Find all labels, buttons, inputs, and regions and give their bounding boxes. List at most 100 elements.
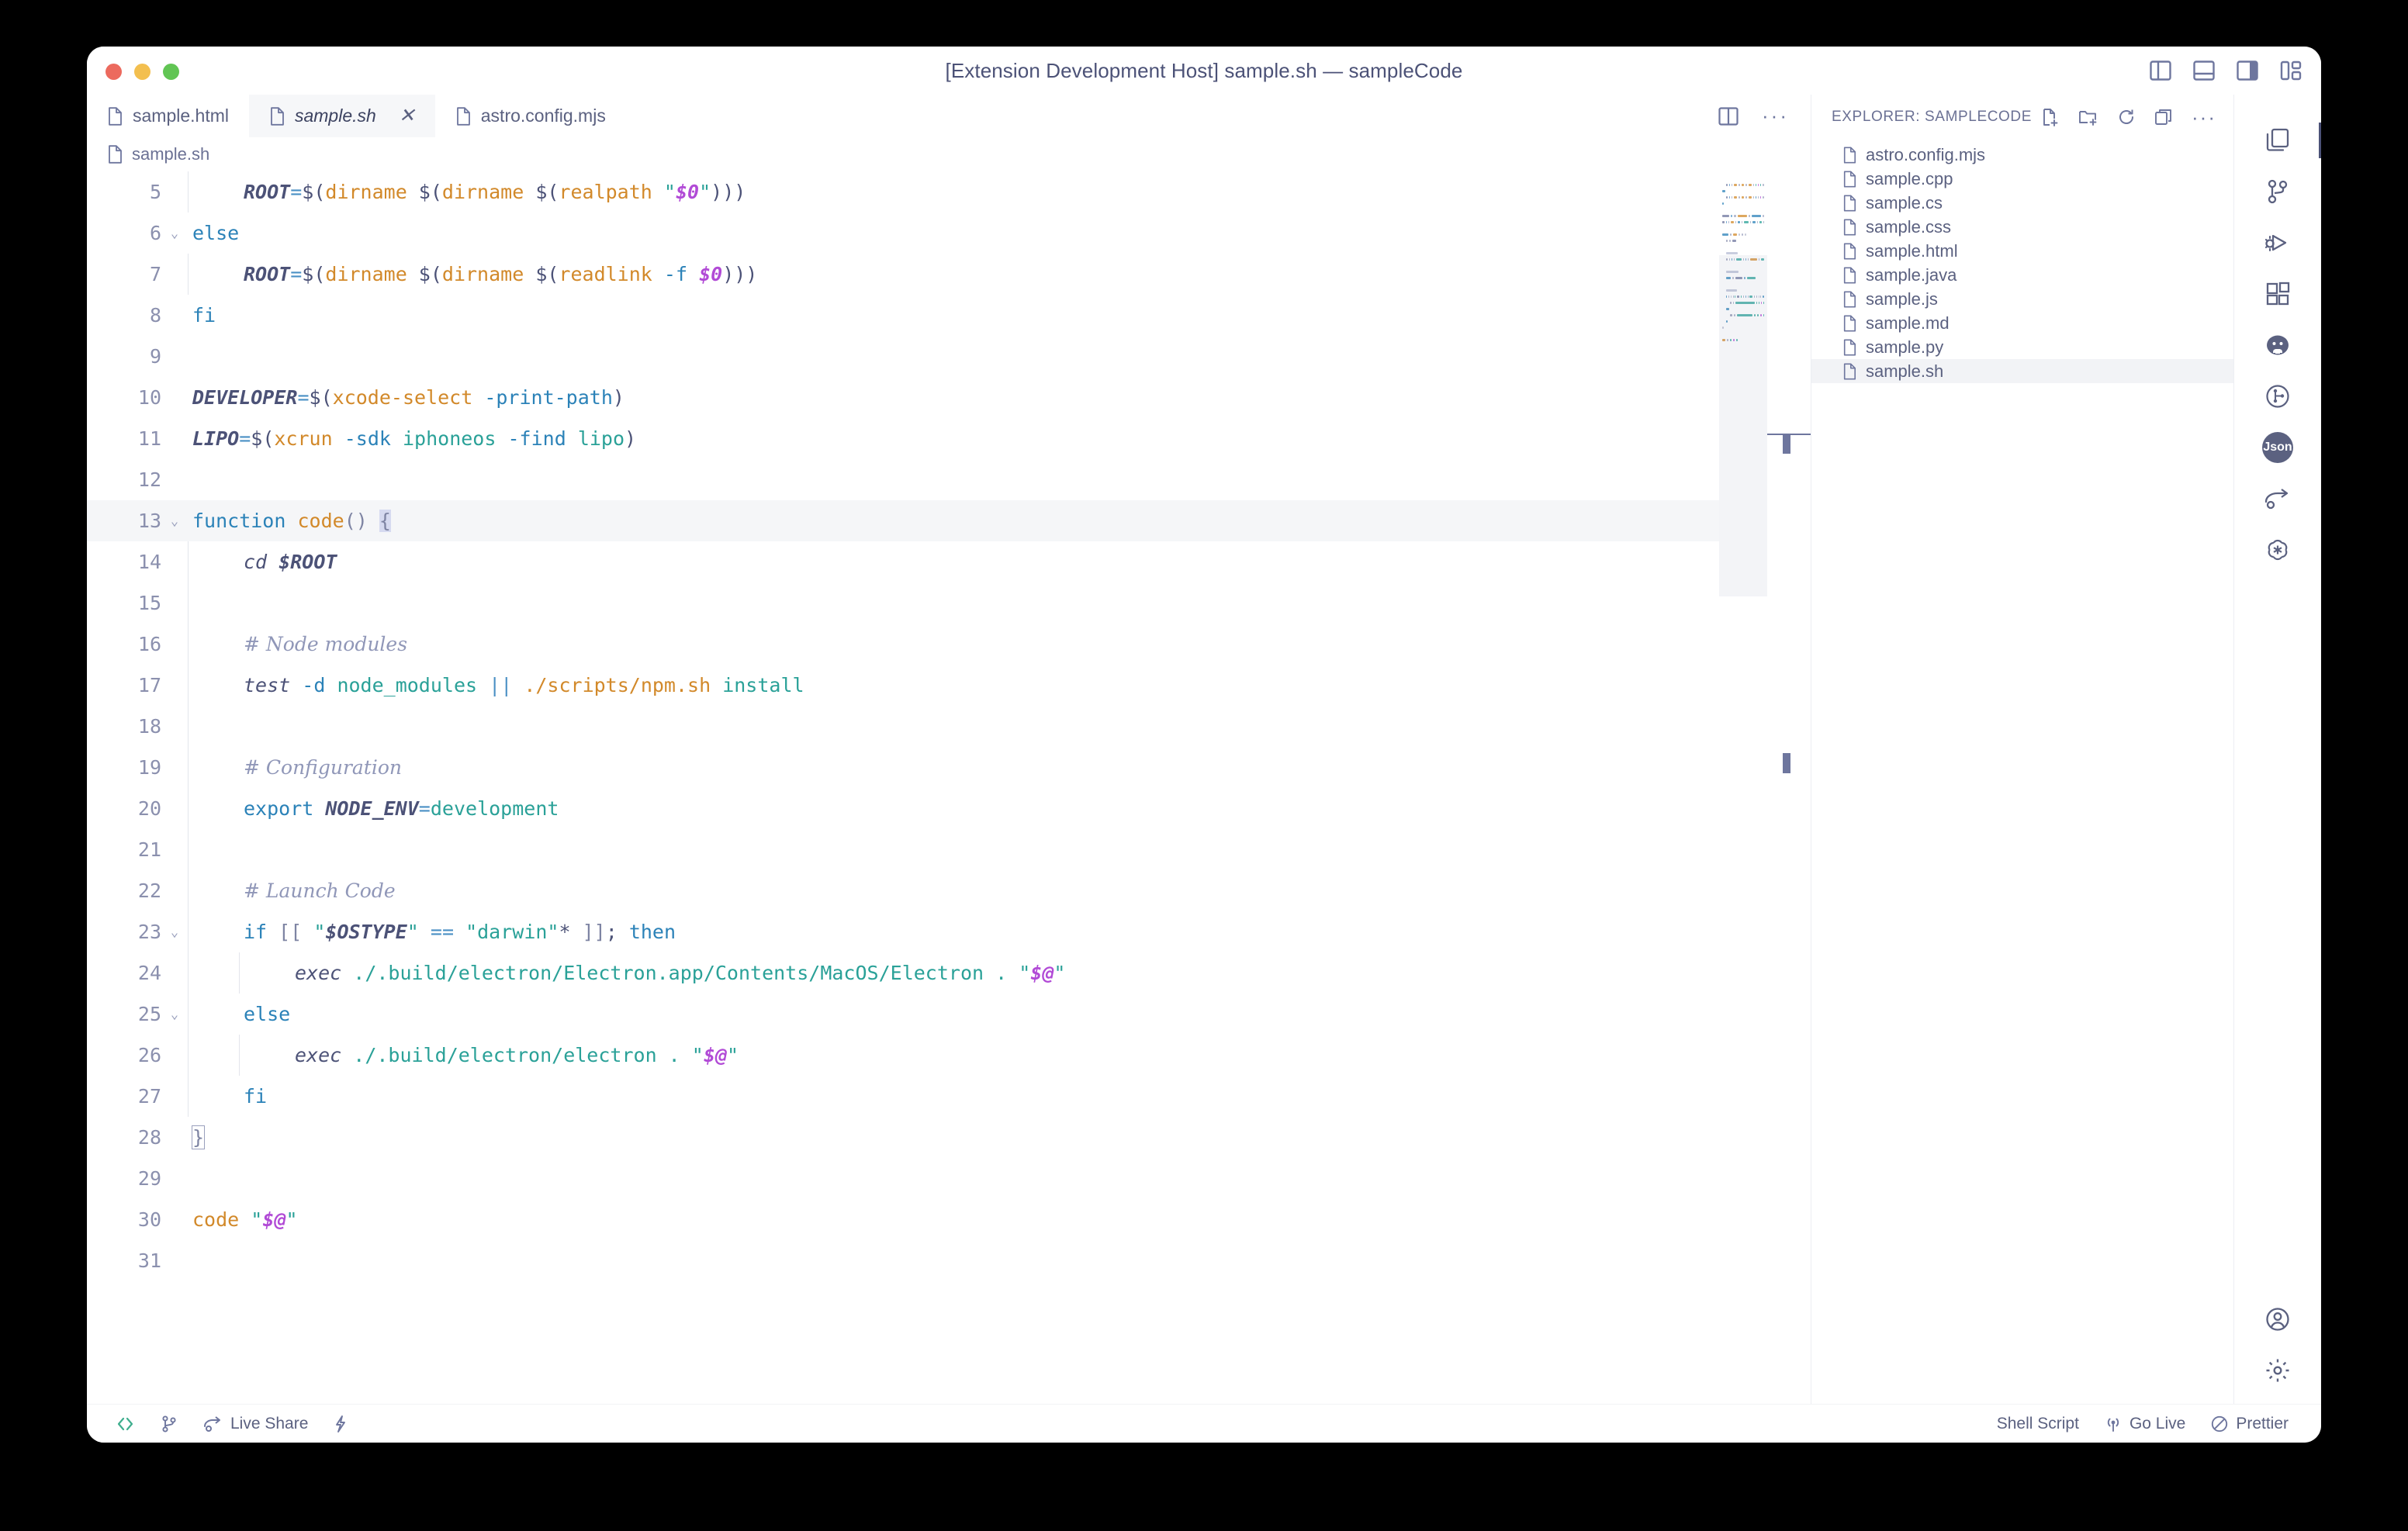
activity-item-json-tools[interactable]: Json (2234, 422, 2321, 473)
code-line[interactable]: 14cd $ROOT (87, 541, 1811, 582)
code-token (267, 551, 279, 573)
file-tree[interactable]: astro.config.mjssample.cppsample.cssampl… (1811, 140, 2233, 1404)
window-title: [Extension Development Host] sample.sh —… (87, 47, 2321, 95)
activity-item-github[interactable] (2234, 320, 2321, 371)
code-line[interactable]: 24exec ./.build/electron/Electron.app/Co… (87, 952, 1811, 994)
file-tree-item[interactable]: astro.config.mjs (1811, 143, 2233, 167)
close-tab-icon[interactable]: ✕ (399, 106, 415, 126)
code-token: ROOT (244, 263, 290, 285)
status-remote-host[interactable] (104, 1415, 147, 1433)
status-prettier[interactable]: Prettier (2198, 1415, 2301, 1433)
collapse-folders-icon[interactable] (2154, 108, 2173, 126)
code-text: else (188, 222, 239, 244)
toggle-panel-icon[interactable] (2192, 59, 2216, 82)
code-line[interactable]: 5ROOT=$(dirname $(dirname $(realpath "$0… (87, 171, 1811, 213)
file-tree-item[interactable]: sample.css (1811, 215, 2233, 239)
views-and-more-actions-icon[interactable]: ··· (2192, 113, 2216, 121)
code-line[interactable]: 30code "$@" (87, 1199, 1811, 1240)
file-tree-item[interactable]: sample.md (1811, 311, 2233, 335)
toggle-secondary-sidebar-icon[interactable] (2236, 59, 2259, 82)
code-token: development (431, 797, 559, 820)
code-line[interactable]: 20export NODE_ENV=development (87, 788, 1811, 829)
new-file-icon[interactable] (2041, 108, 2060, 126)
editor-lines[interactable]: 5ROOT=$(dirname $(dirname $(realpath "$0… (87, 171, 1811, 1404)
code-line[interactable]: 21 (87, 829, 1811, 870)
code-line[interactable]: 18 (87, 706, 1811, 747)
activity-item-manage-settings[interactable] (2234, 1345, 2321, 1396)
code-line[interactable]: 27fi (87, 1076, 1811, 1117)
code-line[interactable]: 16# Node modules (87, 624, 1811, 665)
code-text: code "$@" (188, 1208, 298, 1231)
line-number: 29 (87, 1167, 161, 1190)
code-line[interactable]: 26exec ./.build/electron/electron . "$@" (87, 1035, 1811, 1076)
overview-ruler[interactable] (1767, 171, 1811, 1404)
new-folder-icon[interactable] (2078, 108, 2098, 126)
code-line[interactable]: 28} (87, 1117, 1811, 1158)
more-actions-icon[interactable]: ··· (1762, 112, 1789, 119)
minimap-token (1757, 221, 1758, 223)
code-token: realpath (559, 181, 652, 203)
activity-item-accounts[interactable] (2234, 1294, 2321, 1345)
editor-tab-astro-config-mjs[interactable]: astro.config.mjs (435, 95, 626, 137)
file-tree-item[interactable]: sample.js (1811, 287, 2233, 311)
file-tree-item[interactable]: sample.sh (1811, 359, 2233, 383)
file-tree-item[interactable]: sample.html (1811, 239, 2233, 263)
code-token: $ROOT (279, 551, 337, 573)
code-line[interactable]: 17test -d node_modules || ./scripts/npm.… (87, 665, 1811, 706)
refresh-explorer-icon[interactable] (2117, 108, 2136, 126)
code-line[interactable]: 10DEVELOPER=$(xcode-select -print-path) (87, 377, 1811, 418)
code-line[interactable]: 19# Configuration (87, 747, 1811, 788)
minimap[interactable] (1719, 171, 1767, 1404)
explorer-sidebar: Explorer: sampleCode ··· (1811, 95, 2234, 1404)
code-line[interactable]: 25⌄else (87, 994, 1811, 1035)
activity-item-source-control[interactable] (2234, 166, 2321, 217)
code-line[interactable]: 31 (87, 1240, 1811, 1281)
activity-item-explorer[interactable] (2234, 115, 2321, 166)
minimap-line (1722, 244, 1764, 249)
code-editor[interactable]: 5ROOT=$(dirname $(dirname $(realpath "$0… (87, 171, 1811, 1404)
code-token: ) (624, 427, 636, 450)
editor-tab-sample-sh[interactable]: sample.sh✕ (249, 95, 435, 137)
status-go-live[interactable]: Go Live (2091, 1415, 2198, 1433)
code-line[interactable]: 8fi (87, 295, 1811, 336)
status-lightning[interactable] (320, 1415, 361, 1433)
activity-item-live-share[interactable] (2234, 473, 2321, 524)
minimap-token (1758, 196, 1759, 199)
indent-guide (188, 829, 189, 870)
activity-item-extensions[interactable] (2234, 268, 2321, 320)
status-live-share[interactable]: Live Share (191, 1415, 320, 1433)
fold-chevron-down-icon[interactable]: ⌄ (161, 1007, 188, 1022)
overview-cursor-mark (1783, 434, 1790, 454)
breadcrumb-item-file[interactable]: sample.sh (132, 144, 209, 164)
file-tree-item[interactable]: sample.py (1811, 335, 2233, 359)
editor-tab-sample-html[interactable]: sample.html (87, 95, 249, 137)
code-line[interactable]: 9 (87, 336, 1811, 377)
activity-item-run-and-debug[interactable] (2234, 217, 2321, 268)
code-token: $0 (676, 181, 699, 203)
code-line[interactable]: 23⌄if [[ "$OSTYPE" == "darwin"* ]]; then (87, 911, 1811, 952)
activity-item-dependency-graph[interactable] (2234, 371, 2321, 422)
code-line[interactable]: 6⌄else (87, 213, 1811, 254)
status-source-control-branch[interactable] (147, 1415, 191, 1433)
status-language-mode[interactable]: Shell Script (1984, 1415, 2091, 1433)
fold-chevron-down-icon[interactable]: ⌄ (161, 226, 188, 241)
code-token: " (664, 181, 676, 203)
code-token (368, 510, 379, 532)
file-tree-item[interactable]: sample.cs (1811, 191, 2233, 215)
file-tree-item[interactable]: sample.cpp (1811, 167, 2233, 191)
minimap-slider[interactable] (1719, 255, 1767, 596)
toggle-primary-sidebar-icon[interactable] (2149, 59, 2172, 82)
code-line[interactable]: 29 (87, 1158, 1811, 1199)
fold-chevron-down-icon[interactable]: ⌄ (161, 924, 188, 940)
file-tree-item[interactable]: sample.java (1811, 263, 2233, 287)
fold-chevron-down-icon[interactable]: ⌄ (161, 513, 188, 529)
code-line[interactable]: 15 (87, 582, 1811, 624)
split-editor-right-icon[interactable] (1718, 107, 1739, 126)
code-line[interactable]: 13⌄function code() { (87, 500, 1811, 541)
code-line[interactable]: 11LIPO=$(xcrun -sdk iphoneos -find lipo) (87, 418, 1811, 459)
code-line[interactable]: 12 (87, 459, 1811, 500)
activity-item-openai-chat[interactable] (2234, 524, 2321, 575)
code-line[interactable]: 7ROOT=$(dirname $(dirname $(readlink -f … (87, 254, 1811, 295)
code-line[interactable]: 22# Launch Code (87, 870, 1811, 911)
customize-layout-icon[interactable] (2279, 59, 2302, 82)
